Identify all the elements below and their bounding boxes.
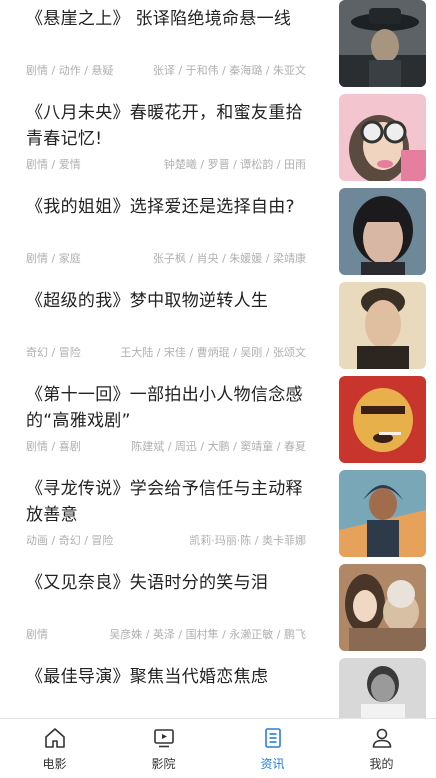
tab-movies[interactable]: 电影 xyxy=(0,719,109,778)
article-genre: 剧情 / 家庭 xyxy=(26,252,81,265)
article-thumbnail[interactable] xyxy=(339,94,426,181)
article-cast: 张译 / 于和伟 / 秦海璐 / 朱亚文 xyxy=(152,64,306,77)
article-genre: 剧情 xyxy=(26,628,48,641)
article-genre: 动画 / 奇幻 / 冒险 xyxy=(26,534,114,547)
article-item[interactable]: 《超级的我》梦中取物逆转人生 奇幻 / 冒险 王大陆 / 宋佳 / 曹炳琨 / … xyxy=(0,282,436,376)
document-icon xyxy=(264,728,281,748)
article-item[interactable]: 《我的姐姐》选择爱还是选择自由? 剧情 / 家庭 张子枫 / 肖央 / 朱媛媛 … xyxy=(0,188,436,282)
tv-icon xyxy=(153,729,174,748)
article-cast: 张子枫 / 肖央 / 朱媛媛 / 梁靖康 xyxy=(152,252,306,265)
tab-news[interactable]: 资讯 xyxy=(218,719,327,778)
article-cast: 王大陆 / 宋佳 / 曹炳琨 / 吴刚 / 张颂文 xyxy=(120,346,306,359)
article-item[interactable]: 《最佳导演》聚焦当代婚恋焦虑 xyxy=(0,658,436,718)
article-thumbnail[interactable] xyxy=(339,564,426,651)
article-thumbnail[interactable] xyxy=(339,376,426,463)
article-cast: 吴彦姝 / 英泽 / 国村隼 / 永濑正敏 / 鹏飞 xyxy=(109,628,306,641)
thumbnail-image xyxy=(339,564,426,651)
tab-profile[interactable]: 我的 xyxy=(327,719,436,778)
article-thumbnail[interactable] xyxy=(339,470,426,557)
article-cast: 钟楚曦 / 罗晋 / 谭松韵 / 田雨 xyxy=(163,158,306,171)
article-thumbnail[interactable] xyxy=(339,658,426,718)
article-title[interactable]: 《寻龙传说》学会给予信任与主动释放善意 xyxy=(26,476,316,528)
article-cast: 陈建斌 / 周迅 / 大鹏 / 窦靖童 / 春夏 xyxy=(131,440,306,453)
tab-label: 电影 xyxy=(42,757,67,771)
article-title[interactable]: 《超级的我》梦中取物逆转人生 xyxy=(26,288,316,314)
article-title[interactable]: 《第十一回》一部拍出小人物信念感的“高雅戏剧” xyxy=(26,382,316,434)
thumbnail-image xyxy=(339,94,426,181)
news-feed[interactable]: 《悬崖之上》 张译陷绝境命悬一线 剧情 / 动作 / 悬疑 张译 / 于和伟 /… xyxy=(0,0,436,718)
article-thumbnail[interactable] xyxy=(339,282,426,369)
article-cast: 凯莉·玛丽·陈 / 奥卡菲娜 xyxy=(189,534,306,547)
article-genre: 剧情 / 动作 / 悬疑 xyxy=(26,64,114,77)
thumbnail-image xyxy=(339,188,426,275)
article-genre: 剧情 / 喜剧 xyxy=(26,440,81,453)
article-item[interactable]: 《又见奈良》失语时分的笑与泪 剧情 吴彦姝 / 英泽 / 国村隼 / 永濑正敏 … xyxy=(0,564,436,658)
article-item[interactable]: 《八月未央》春暖花开，和蜜友重拾青春记忆! 剧情 / 爱情 钟楚曦 / 罗晋 /… xyxy=(0,94,436,188)
article-genre: 奇幻 / 冒险 xyxy=(26,346,81,359)
thumbnail-image xyxy=(339,470,426,557)
thumbnail-image xyxy=(339,0,426,87)
bottom-tab-bar: 电影 影院 资讯 我的 xyxy=(0,718,436,778)
article-thumbnail[interactable] xyxy=(339,0,426,87)
thumbnail-image xyxy=(339,376,426,463)
article-title[interactable]: 《最佳导演》聚焦当代婚恋焦虑 xyxy=(26,664,316,690)
tab-cinemas[interactable]: 影院 xyxy=(109,719,218,778)
article-item[interactable]: 《寻龙传说》学会给予信任与主动释放善意 动画 / 奇幻 / 冒险 凯莉·玛丽·陈… xyxy=(0,470,436,564)
article-item[interactable]: 《悬崖之上》 张译陷绝境命悬一线 剧情 / 动作 / 悬疑 张译 / 于和伟 /… xyxy=(0,0,436,94)
article-title[interactable]: 《八月未央》春暖花开，和蜜友重拾青春记忆! xyxy=(26,100,316,152)
article-title[interactable]: 《悬崖之上》 张译陷绝境命悬一线 xyxy=(26,6,316,32)
article-item[interactable]: 《第十一回》一部拍出小人物信念感的“高雅戏剧” 剧情 / 喜剧 陈建斌 / 周迅… xyxy=(0,376,436,470)
home-icon xyxy=(44,728,65,748)
tab-label: 我的 xyxy=(369,757,394,771)
article-genre: 剧情 / 爱情 xyxy=(26,158,81,171)
article-title[interactable]: 《又见奈良》失语时分的笑与泪 xyxy=(26,570,316,596)
user-icon xyxy=(372,728,391,748)
tab-label: 影院 xyxy=(151,757,176,771)
thumbnail-image xyxy=(339,658,426,718)
tab-label: 资讯 xyxy=(260,757,285,771)
article-thumbnail[interactable] xyxy=(339,188,426,275)
thumbnail-image xyxy=(339,282,426,369)
article-title[interactable]: 《我的姐姐》选择爱还是选择自由? xyxy=(26,194,316,220)
